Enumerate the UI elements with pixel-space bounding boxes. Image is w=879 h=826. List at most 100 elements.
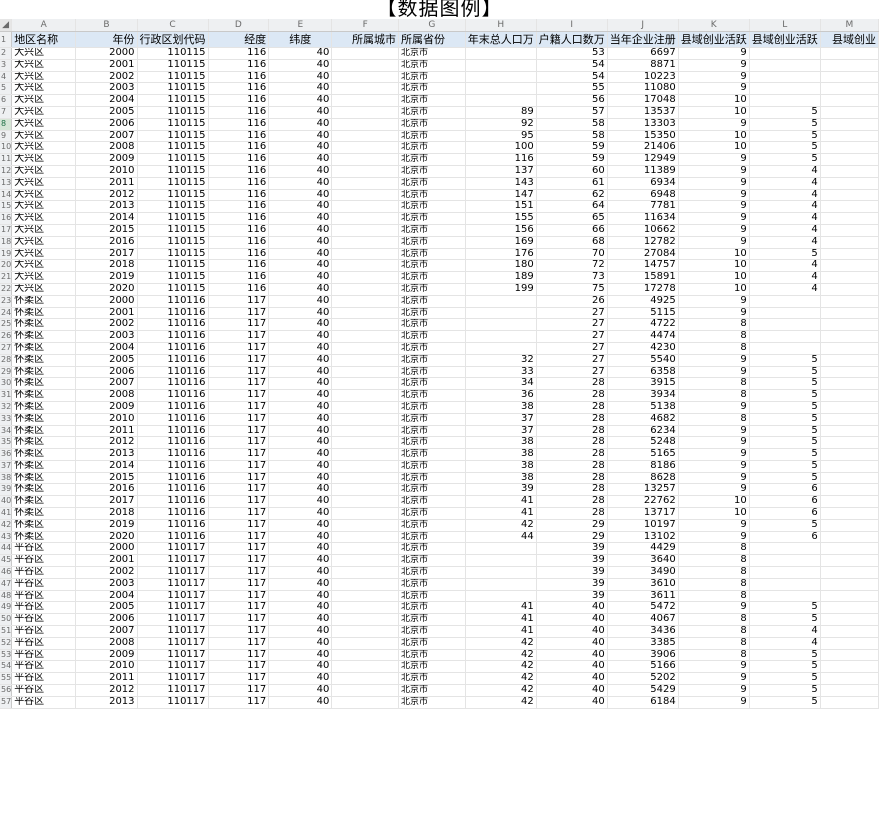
data-cell[interactable]: 40 [268,318,333,332]
data-cell[interactable]: 大兴区 [11,94,77,107]
data-cell[interactable]: 40 [268,307,333,320]
data-cell[interactable]: 2002 [75,71,138,84]
data-cell[interactable] [749,47,821,60]
data-cell[interactable] [820,696,879,709]
data-cell[interactable]: 110115 [137,47,209,60]
data-cell[interactable]: 平谷区 [11,554,77,568]
row-number[interactable]: 55 [0,672,13,686]
data-cell[interactable] [820,448,879,461]
data-cell[interactable]: 117 [208,684,270,697]
data-cell[interactable]: 北京市 [398,236,466,249]
data-cell[interactable]: 10 [678,507,750,520]
data-cell[interactable]: 10223 [607,71,679,84]
data-cell[interactable]: 2008 [75,637,138,650]
data-cell[interactable]: 2000 [75,295,138,308]
data-cell[interactable] [749,318,821,332]
row-number[interactable]: 57 [0,696,13,709]
data-cell[interactable]: 2012 [75,189,138,202]
data-cell[interactable]: 40 [268,578,333,591]
data-cell[interactable]: 37 [465,425,537,438]
data-cell[interactable]: 怀柔区 [11,425,77,438]
data-cell[interactable]: 110115 [137,106,209,119]
data-cell[interactable]: 11389 [607,165,679,178]
column-header-b[interactable]: B [75,19,138,32]
data-cell[interactable]: 40 [268,377,333,391]
data-cell[interactable]: 9 [678,425,750,438]
column-header-f[interactable]: F [331,19,400,32]
data-cell[interactable]: 5 [749,601,821,615]
data-cell[interactable]: 5 [749,354,821,367]
row-number[interactable]: 34 [0,425,13,438]
row-number[interactable]: 37 [0,460,13,473]
row-number[interactable]: 39 [0,483,13,497]
data-cell[interactable]: 117 [208,672,270,686]
data-cell[interactable]: 56 [536,94,608,107]
data-cell[interactable] [820,401,879,414]
data-cell[interactable] [820,649,879,662]
data-cell[interactable]: 156 [465,224,537,237]
data-cell[interactable] [465,554,537,568]
data-cell[interactable]: 40 [268,130,333,143]
data-cell[interactable]: 110115 [137,200,209,214]
data-cell[interactable] [331,82,400,96]
data-cell[interactable]: 39 [536,554,608,568]
data-cell[interactable] [820,542,879,556]
row-number[interactable]: 38 [0,472,13,485]
data-cell[interactable] [331,672,400,686]
data-cell[interactable]: 5472 [607,601,679,615]
data-cell[interactable] [331,684,400,697]
data-cell[interactable]: 40 [268,330,333,343]
data-cell[interactable]: 117 [208,354,270,367]
data-cell[interactable]: 40 [268,177,333,190]
data-cell[interactable]: 怀柔区 [11,330,77,343]
data-cell[interactable]: 116 [208,153,270,166]
data-cell[interactable]: 64 [536,200,608,214]
data-cell[interactable] [331,554,400,568]
data-cell[interactable] [331,472,400,485]
data-cell[interactable]: 5 [749,141,821,155]
data-cell[interactable]: 110115 [137,271,209,284]
data-cell[interactable]: 9 [678,660,750,674]
data-cell[interactable]: 平谷区 [11,590,77,603]
data-cell[interactable]: 117 [208,425,270,438]
data-cell[interactable]: 40 [268,153,333,166]
data-cell[interactable]: 大兴区 [11,47,77,60]
data-cell[interactable]: 4230 [607,342,679,355]
data-cell[interactable]: 57 [536,106,608,119]
data-cell[interactable]: 平谷区 [11,613,77,627]
data-cell[interactable] [820,354,879,367]
data-cell[interactable]: 平谷区 [11,660,77,674]
data-cell[interactable]: 2017 [75,495,138,509]
data-cell[interactable]: 9 [678,366,750,379]
data-cell[interactable]: 大兴区 [11,189,77,202]
data-cell[interactable]: 59 [536,153,608,166]
column-header-d[interactable]: D [208,19,270,32]
data-cell[interactable]: 2020 [75,283,138,296]
data-cell[interactable]: 40 [268,82,333,96]
data-cell[interactable] [749,94,821,107]
row-number[interactable]: 12 [0,165,13,178]
data-cell[interactable]: 40 [268,672,333,686]
data-cell[interactable]: 2012 [75,436,138,450]
data-cell[interactable]: 5115 [607,307,679,320]
data-cell[interactable]: 41 [465,507,537,520]
data-cell[interactable] [331,483,400,497]
header-cell[interactable]: 年末总人口万 [465,31,537,48]
data-cell[interactable]: 110117 [137,625,209,638]
data-cell[interactable]: 72 [536,259,608,273]
data-cell[interactable]: 180 [465,259,537,273]
data-cell[interactable] [331,212,400,225]
data-cell[interactable]: 27 [536,318,608,332]
data-cell[interactable]: 13537 [607,106,679,119]
data-cell[interactable]: 110117 [137,684,209,697]
data-cell[interactable]: 116 [465,153,537,166]
data-cell[interactable] [820,130,879,143]
data-cell[interactable]: 40 [268,354,333,367]
data-cell[interactable]: 117 [208,531,270,544]
data-cell[interactable]: 北京市 [398,413,466,426]
data-cell[interactable]: 42 [465,519,537,532]
data-cell[interactable]: 北京市 [398,377,466,391]
data-cell[interactable]: 117 [208,590,270,603]
data-cell[interactable]: 59 [536,141,608,155]
header-cell[interactable]: 县域创业活跃 [678,31,750,48]
